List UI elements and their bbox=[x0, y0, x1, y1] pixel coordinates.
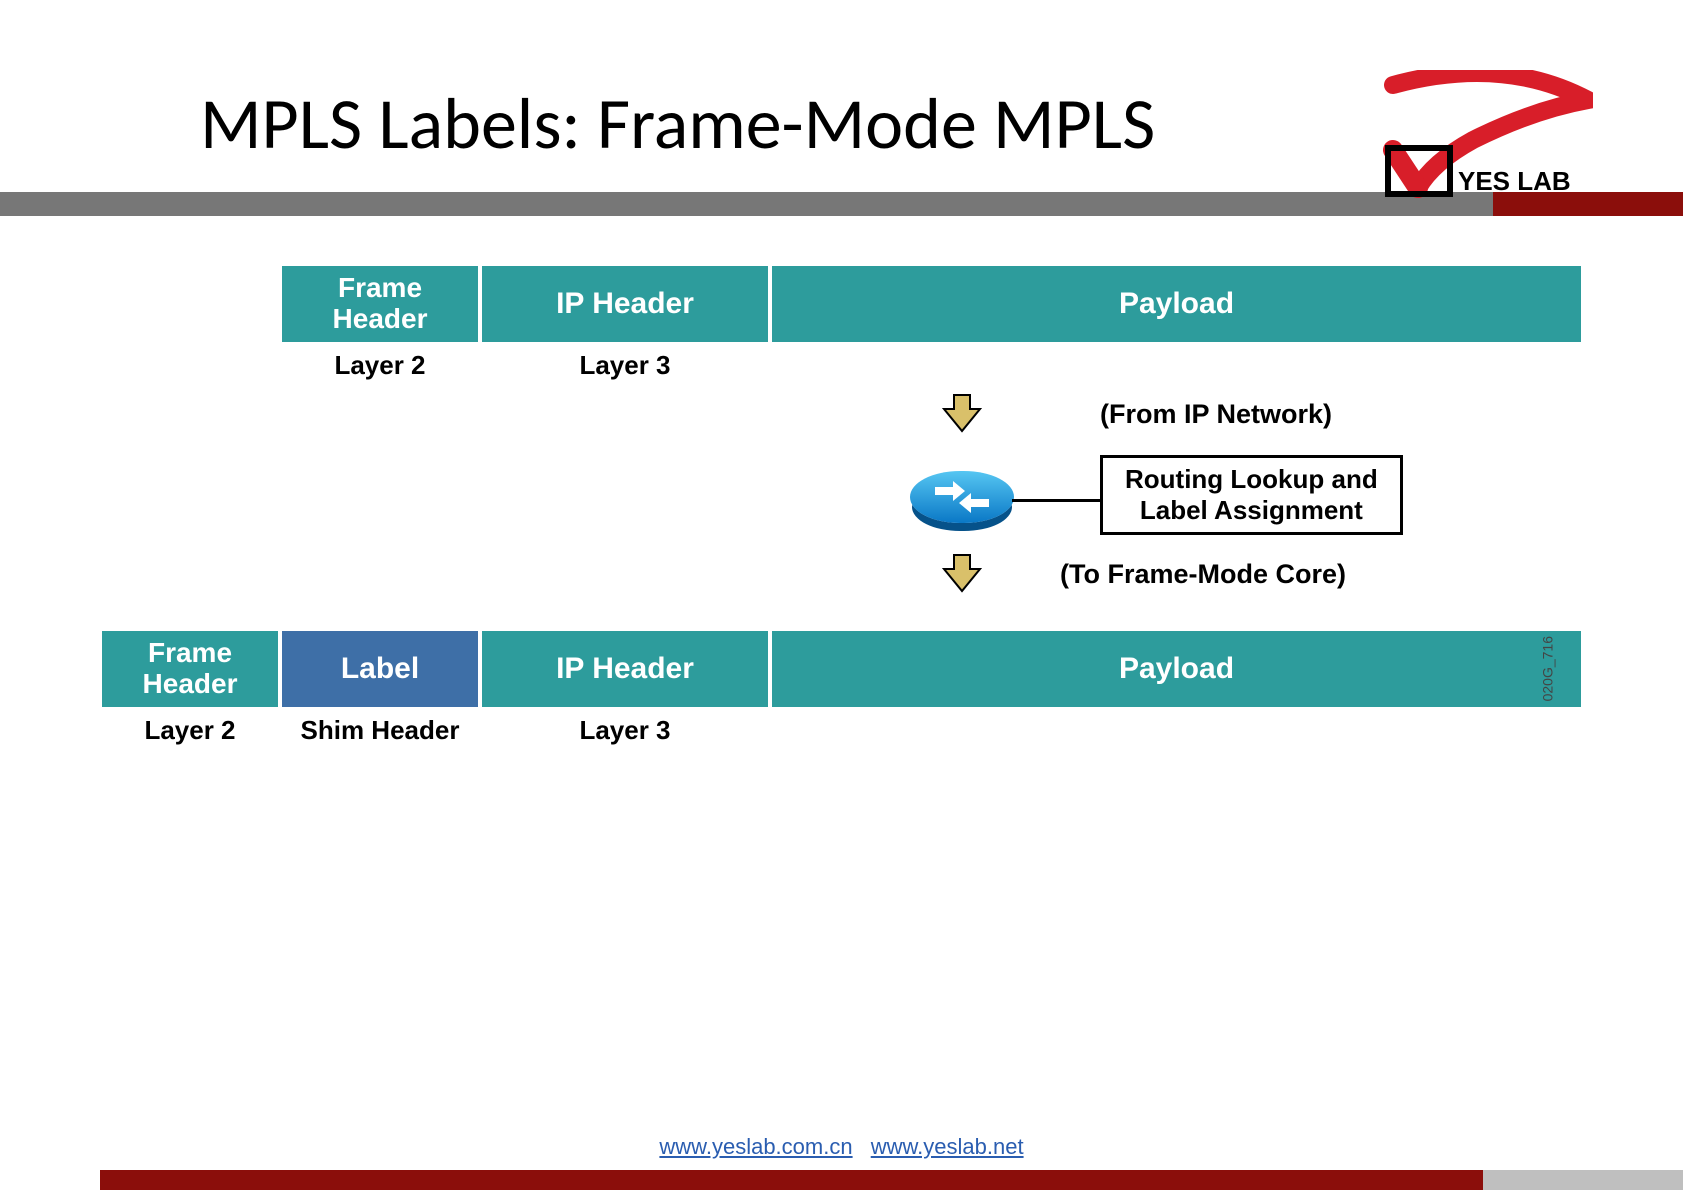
footer-links: www.yeslab.com.cn www.yeslab.net bbox=[0, 1134, 1683, 1160]
footer-link-1[interactable]: www.yeslab.com.cn bbox=[659, 1134, 852, 1159]
footer: www.yeslab.com.cn www.yeslab.net bbox=[0, 1134, 1683, 1190]
slide: YES LAB MPLS Labels: Frame-Mode MPLS Fra… bbox=[0, 0, 1683, 1190]
lookup-line2: Label Assignment bbox=[1125, 495, 1378, 526]
middle-block: (From IP Network) Routing Lookup and Lab… bbox=[100, 391, 1583, 601]
ip-header-cell-2: IP Header bbox=[480, 631, 770, 707]
payload-cell-2: Payload bbox=[770, 631, 1583, 707]
ip-header-cell: IP Header bbox=[480, 266, 770, 342]
router-icon bbox=[910, 471, 1014, 531]
diagram-area: FrameHeader IP Header Payload Layer 2 La… bbox=[100, 266, 1583, 786]
footer-bar-red bbox=[100, 1170, 1483, 1190]
logo-text: YES LAB bbox=[1458, 166, 1571, 196]
footer-bar-gray bbox=[1483, 1170, 1683, 1190]
page-title: MPLS Labels: Frame-Mode MPLS bbox=[200, 80, 1583, 168]
frame-header-cell-2: FrameHeader bbox=[100, 631, 280, 707]
image-code: 020G_716 bbox=[1539, 636, 1555, 701]
packet-bottom-labels: Layer 2 Shim Header Layer 3 bbox=[100, 715, 1583, 746]
arrow-down-icon bbox=[940, 551, 984, 595]
layer3-label: Layer 3 bbox=[480, 350, 770, 381]
packet-top-row: FrameHeader IP Header Payload bbox=[100, 266, 1583, 342]
layer3-label-2: Layer 3 bbox=[480, 715, 770, 746]
payload-cell: Payload bbox=[770, 266, 1583, 342]
header-bar-gray bbox=[0, 192, 1493, 216]
footer-link-2[interactable]: www.yeslab.net bbox=[871, 1134, 1024, 1159]
arrow-down-icon bbox=[940, 391, 984, 435]
lookup-line1: Routing Lookup and bbox=[1125, 464, 1378, 495]
routing-lookup-box: Routing Lookup and Label Assignment bbox=[1100, 455, 1403, 535]
from-ip-network-text: (From IP Network) bbox=[1100, 399, 1332, 430]
layer2-label-2: Layer 2 bbox=[100, 715, 280, 746]
packet-top-labels: Layer 2 Layer 3 bbox=[100, 350, 1583, 381]
label-cell: Label bbox=[280, 631, 480, 707]
to-frame-mode-text: (To Frame-Mode Core) bbox=[1060, 559, 1346, 590]
shim-header-label: Shim Header bbox=[280, 715, 480, 746]
frame-header-text: FrameHeader bbox=[333, 273, 428, 335]
footer-bar bbox=[0, 1170, 1683, 1190]
connector-line bbox=[1012, 499, 1100, 502]
yeslab-logo: YES LAB bbox=[1383, 70, 1593, 210]
frame-header-text-2: FrameHeader bbox=[143, 638, 238, 700]
packet-bottom-row: FrameHeader Label IP Header Payload bbox=[100, 631, 1583, 707]
frame-header-cell: FrameHeader bbox=[280, 266, 480, 342]
spacer bbox=[100, 266, 280, 342]
layer2-label: Layer 2 bbox=[280, 350, 480, 381]
